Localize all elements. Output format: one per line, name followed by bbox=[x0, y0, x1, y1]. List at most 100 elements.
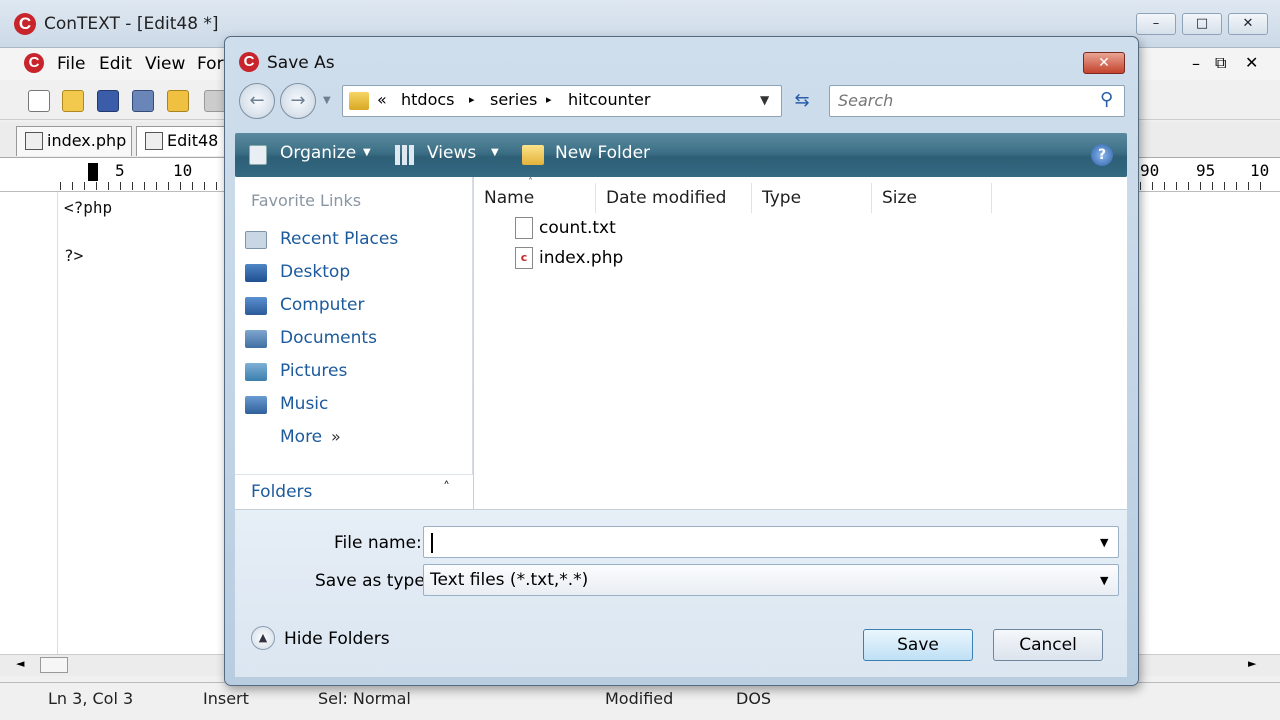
status-selection: Sel: Normal bbox=[318, 689, 411, 708]
folders-label: Folders bbox=[251, 482, 313, 502]
new-file-icon[interactable] bbox=[28, 90, 50, 112]
help-icon[interactable]: ? bbox=[1091, 144, 1113, 166]
breadcrumb-separator-icon[interactable]: ▸ bbox=[469, 93, 475, 106]
save-all-icon[interactable] bbox=[132, 90, 154, 112]
column-size[interactable]: Size bbox=[872, 183, 992, 213]
mdi-close-icon[interactable]: ✕ bbox=[1245, 53, 1258, 72]
search-icon[interactable]: ⚲ bbox=[1100, 89, 1113, 110]
views-icon bbox=[395, 145, 415, 165]
menu-format[interactable]: For bbox=[197, 54, 224, 74]
save-options-area: File name: ▼ Save as type: Text files (*… bbox=[235, 509, 1127, 677]
link-more[interactable]: More bbox=[280, 427, 322, 447]
tab-edit48[interactable]: Edit48 bbox=[136, 126, 236, 156]
file-name-input[interactable]: ▼ bbox=[423, 526, 1119, 558]
save-icon[interactable] bbox=[97, 90, 119, 112]
organize-icon bbox=[249, 145, 267, 165]
link-documents[interactable]: Documents bbox=[280, 328, 377, 348]
dialog-app-icon: C bbox=[239, 52, 259, 72]
hide-folders-icon[interactable]: ▲ bbox=[251, 626, 275, 650]
mdi-minimize-icon[interactable]: – bbox=[1192, 54, 1200, 73]
tab-label: Edit48 bbox=[167, 131, 219, 150]
forward-arrow-icon[interactable]: → bbox=[280, 83, 316, 119]
file-name-dropdown-icon[interactable]: ▼ bbox=[1100, 536, 1108, 549]
documents-icon bbox=[245, 330, 267, 348]
status-mode: Insert bbox=[203, 689, 249, 708]
breadcrumb-hitcounter[interactable]: hitcounter bbox=[568, 90, 650, 109]
link-recent-places[interactable]: Recent Places bbox=[280, 229, 398, 249]
refresh-icon[interactable]: ⇆ bbox=[788, 85, 816, 117]
text-file-icon bbox=[515, 217, 533, 239]
scroll-thumb[interactable] bbox=[40, 657, 68, 673]
column-type[interactable]: Type bbox=[752, 183, 872, 213]
breadcrumb-separator-icon[interactable]: ▸ bbox=[546, 93, 552, 106]
close-window-icon[interactable]: ✕ bbox=[1228, 13, 1268, 35]
app-menu-icon[interactable]: C bbox=[24, 53, 44, 73]
status-format: DOS bbox=[736, 689, 772, 708]
mdi-restore-icon[interactable]: ⧉ bbox=[1215, 53, 1226, 73]
status-modified: Modified bbox=[605, 689, 674, 708]
breadcrumb-overflow[interactable]: « bbox=[377, 90, 387, 109]
maximize-icon[interactable]: □ bbox=[1182, 13, 1222, 35]
column-name[interactable]: Name bbox=[474, 183, 596, 213]
save-button[interactable]: Save bbox=[863, 629, 973, 661]
chevron-up-icon[interactable]: ˄ bbox=[443, 480, 450, 496]
new-folder-button[interactable]: New Folder bbox=[555, 143, 650, 163]
folders-bar[interactable]: Folders ˄ bbox=[235, 474, 473, 509]
ruler-number: 10 bbox=[173, 161, 193, 180]
file-count-txt[interactable]: count.txt bbox=[539, 218, 616, 238]
save-as-type-label: Save as type: bbox=[315, 571, 431, 591]
organize-button[interactable]: Organize bbox=[280, 143, 356, 163]
command-bar: Organize ▼ Views ▼ New Folder ? bbox=[235, 133, 1127, 177]
ruler-number: 5 bbox=[115, 161, 125, 180]
file-list-pane: Name ˄ Date modified Type Size count.txt… bbox=[474, 177, 1127, 509]
favorite-links-header: Favorite Links bbox=[251, 191, 362, 210]
views-dropdown-icon[interactable]: ▼ bbox=[491, 147, 499, 158]
file-index-php[interactable]: index.php bbox=[539, 248, 623, 268]
breadcrumb-htdocs[interactable]: htdocs bbox=[401, 90, 455, 109]
link-pictures[interactable]: Pictures bbox=[280, 361, 347, 381]
link-music[interactable]: Music bbox=[280, 394, 328, 414]
folder-icon[interactable] bbox=[167, 90, 189, 112]
search-box[interactable]: Search ⚲ bbox=[829, 85, 1125, 117]
save-as-type-select[interactable]: Text files (*.txt,*.*) ▼ bbox=[423, 564, 1119, 596]
dialog-close-icon[interactable]: ✕ bbox=[1083, 52, 1125, 74]
hide-folders-button[interactable]: Hide Folders bbox=[284, 629, 390, 649]
back-arrow-icon[interactable]: ← bbox=[239, 83, 275, 119]
scroll-left-icon[interactable]: ◄ bbox=[16, 657, 24, 670]
link-computer[interactable]: Computer bbox=[280, 295, 365, 315]
address-bar[interactable]: « htdocs ▸ series ▸ hitcounter bbox=[342, 85, 782, 117]
computer-icon bbox=[245, 297, 267, 315]
line-gutter bbox=[0, 192, 58, 654]
tab-index-php[interactable]: index.php bbox=[16, 126, 132, 156]
save-as-type-dropdown-icon[interactable]: ▼ bbox=[1100, 574, 1108, 587]
minimize-icon[interactable]: – bbox=[1136, 13, 1176, 35]
ruler-number: 95 bbox=[1196, 161, 1216, 180]
organize-dropdown-icon[interactable]: ▼ bbox=[363, 147, 371, 158]
views-button[interactable]: Views bbox=[427, 143, 476, 163]
pictures-icon bbox=[245, 363, 267, 381]
cancel-button[interactable]: Cancel bbox=[993, 629, 1103, 661]
menu-view[interactable]: View bbox=[145, 54, 185, 74]
save-as-type-value: Text files (*.txt,*.*) bbox=[430, 570, 589, 590]
folder-icon bbox=[349, 92, 369, 110]
open-folder-icon[interactable] bbox=[62, 90, 84, 112]
tab-label: index.php bbox=[47, 131, 127, 150]
link-desktop[interactable]: Desktop bbox=[280, 262, 350, 282]
menu-file[interactable]: File bbox=[57, 54, 85, 74]
column-date-modified[interactable]: Date modified bbox=[596, 183, 752, 213]
menu-edit[interactable]: Edit bbox=[99, 54, 132, 74]
toolbar-tool-icon[interactable] bbox=[204, 90, 226, 112]
desktop-icon bbox=[245, 264, 267, 282]
scroll-right-icon[interactable]: ► bbox=[1248, 657, 1256, 670]
address-dropdown-icon[interactable]: ▼ bbox=[760, 93, 769, 107]
more-chevron-icon[interactable]: » bbox=[331, 427, 341, 446]
recent-pages-chevron-icon[interactable]: ▼ bbox=[323, 95, 331, 106]
sort-ascending-icon: ˄ bbox=[528, 177, 533, 188]
breadcrumb-series[interactable]: series bbox=[490, 90, 537, 109]
music-icon bbox=[245, 396, 267, 414]
document-icon bbox=[145, 132, 163, 150]
recent-places-icon bbox=[245, 231, 267, 249]
window-title: ConTEXT - [Edit48 *] bbox=[44, 14, 219, 34]
context-file-icon: c bbox=[515, 247, 533, 269]
code-line: ?> bbox=[64, 246, 84, 265]
